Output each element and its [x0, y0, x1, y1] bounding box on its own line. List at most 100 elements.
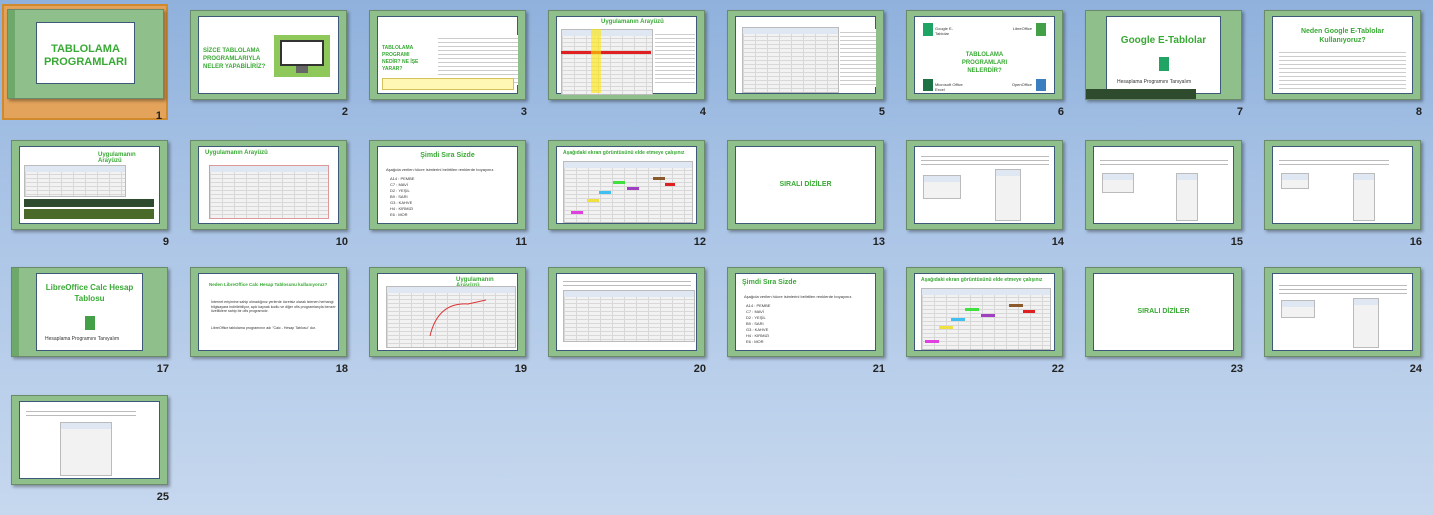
slide-thumbnail-25[interactable]: 25: [11, 395, 173, 507]
label-google: Google E-Tablolar: [935, 26, 954, 36]
slide-thumbnail-24[interactable]: 24: [1264, 267, 1426, 379]
slide-12-title: Aşağıdaki ekran görüntüsünü elde etmeye …: [563, 150, 685, 156]
slide-thumbnail-9[interactable]: Uygulamanın Arayüzü 9: [11, 140, 173, 252]
slide-number: 9: [162, 236, 169, 248]
slide-thumbnail-8[interactable]: Neden Google E-Tablolar Kullanıyoruz? 8: [1264, 10, 1426, 122]
slide-13-title: SIRALI DİZİLER: [779, 181, 832, 188]
slide-number: 18: [335, 363, 348, 375]
slide-thumbnail-2[interactable]: SİZCE TABLOLAMA PROGRAMLARIYLA NELER YAP…: [190, 10, 352, 122]
slide-thumbnail-6[interactable]: TABLOLAMA PROGRAMLARI NELERDİR? Google E…: [906, 10, 1068, 122]
slide-number: 13: [872, 236, 885, 248]
slide-thumbnail-12[interactable]: Aşağıdaki ekran görüntüsünü elde etmeye …: [548, 140, 710, 252]
slide-17-subtitle: Hesaplama Programını Tanıyalım: [45, 336, 120, 342]
slide-number: 12: [693, 236, 706, 248]
slide-thumbnail-4[interactable]: Uygulamanın Arayüzü 4: [548, 10, 710, 122]
slide-number: 21: [872, 363, 885, 375]
slide-18-bullet: LibreOffice tablolama programının adı "C…: [211, 326, 316, 330]
slide-sorter-view: { "slides": [ {"num":"1","title":"TABLOL…: [0, 0, 1433, 515]
slide-number: 8: [1415, 106, 1422, 118]
slide-thumbnail-3[interactable]: TABLOLAMA PROGRAMI NEDİR? NE İŞE YARAR? …: [369, 10, 531, 122]
slide-6-title: TABLOLAMA PROGRAMLARI NELERDİR?: [961, 52, 1008, 74]
slide-thumbnail-18[interactable]: Neden LibreOffice Calc Hesap Tablosunu k…: [190, 267, 352, 379]
slide-number: 6: [1057, 106, 1064, 118]
excel-icon: [923, 79, 933, 91]
openoffice-icon: [1036, 79, 1046, 91]
slide-thumbnail-15[interactable]: 15: [1085, 140, 1247, 252]
slide-11-item: G3 : KAHVE: [390, 200, 413, 205]
slide-thumbnail-21[interactable]: Şimdi Sıra Sizde Aşağıda verilen hücre i…: [727, 267, 889, 379]
slide-number: 15: [1230, 236, 1243, 248]
computer-illustration: [274, 35, 330, 77]
slide-11-item: B9 : SARI: [390, 194, 408, 199]
slide-number: 3: [520, 106, 527, 118]
slide-thumbnail-23[interactable]: SIRALI DİZİLER 23: [1085, 267, 1247, 379]
slide-10-title: Uygulamanın Arayüzü: [205, 150, 268, 156]
slide-7-title: Google E-Tablolar: [1120, 35, 1207, 46]
slide-21-item: E6 : MOR: [746, 339, 764, 344]
slide-17-title: LibreOffice Calc Hesap Tablosu: [45, 283, 134, 303]
slide-21-item: H4 : KIRMIZI: [746, 333, 770, 338]
slide-23-title: SIRALI DİZİLER: [1137, 308, 1190, 315]
slide-thumbnail-16[interactable]: 16: [1264, 140, 1426, 252]
slide-thumbnail-19[interactable]: Uygulamanın Arayüzü 19: [369, 267, 531, 379]
slide-11-item: E6 : MOR: [390, 212, 408, 217]
slide-21-item: G3 : KAHVE: [746, 327, 769, 332]
slide-22-title: Aşağıdaki ekran görüntüsünü elde etmeye …: [921, 277, 1043, 283]
slide-11-title: Şimdi Sıra Sizde: [420, 152, 475, 159]
slide-number: 1: [155, 110, 162, 122]
libreoffice-calc-icon: [85, 316, 95, 330]
google-sheets-icon: [1159, 57, 1169, 71]
slide-number: 22: [1051, 363, 1064, 375]
slide-11-item: H4 : KIRMIZI: [390, 206, 414, 211]
slide-thumbnail-1[interactable]: TABLOLAMA PROGRAMLARI 1: [2, 4, 168, 122]
slide-number: 5: [878, 106, 885, 118]
label-excel: Microsoft Office Excel: [935, 82, 963, 92]
slide-21-item: B9 : SARI: [746, 321, 764, 326]
slide-number: 23: [1230, 363, 1243, 375]
slide-number: 24: [1409, 363, 1422, 375]
slide-number: 17: [156, 363, 169, 375]
slide-thumbnail-22[interactable]: Aşağıdaki ekran görüntüsünü elde etmeye …: [906, 267, 1068, 379]
slide-18-title: Neden LibreOffice Calc Hesap Tablosunu k…: [209, 282, 328, 287]
slide-21-item: D2 : YEŞİL: [746, 315, 766, 320]
slide-21-item: A14 : PEMBE: [746, 303, 771, 308]
slide-8-title: Neden Google E-Tablolar Kullanıyoruz?: [1300, 28, 1385, 44]
label-openoffice: OpenOffice: [1011, 82, 1032, 87]
slide-21-title: Şimdi Sıra Sizde: [742, 279, 797, 286]
slide-number: 16: [1409, 236, 1422, 248]
google-sheets-icon: [923, 23, 933, 36]
slide-21-intro: Aşağıda verilen hücre isimlerini belirti…: [744, 294, 853, 299]
slide-number: 19: [514, 363, 527, 375]
libreoffice-icon: [1036, 23, 1046, 36]
slide-4-title: Uygulamanın Arayüzü: [601, 19, 664, 25]
slide-thumbnail-10[interactable]: Uygulamanın Arayüzü 10: [190, 140, 352, 252]
slide-21-item: C7 : MAVİ: [746, 309, 764, 314]
slide-11-item: A14 : PEMBE: [390, 176, 415, 181]
slide-number: 4: [699, 106, 706, 118]
slide-number: 14: [1051, 236, 1064, 248]
slide-number: 7: [1236, 106, 1243, 118]
slide-2-title: SİZCE TABLOLAMA PROGRAMLARIYLA NELER YAP…: [203, 48, 266, 70]
label-libreoffice: LibreOffice: [1012, 26, 1032, 31]
slide-1-title: TABLOLAMA PROGRAMLARI: [43, 43, 128, 68]
slide-thumbnail-14[interactable]: 14: [906, 140, 1068, 252]
slide-number: 11: [515, 236, 527, 248]
slide-11-intro: Aşağıda verilen hücre isimlerini belirti…: [386, 167, 495, 172]
slide-thumbnail-20[interactable]: 20: [548, 267, 710, 379]
slide-thumbnail-7[interactable]: Google E-Tablolar Hesaplama Programını T…: [1085, 10, 1247, 122]
slide-number: 2: [341, 106, 348, 118]
slide-thumbnail-17[interactable]: LibreOffice Calc Hesap Tablosu Hesaplama…: [11, 267, 173, 379]
slide-thumbnail-13[interactable]: SIRALI DİZİLER 13: [727, 140, 889, 252]
slide-11-item: C7 : MAVİ: [390, 182, 408, 187]
slide-number: 25: [156, 491, 169, 503]
slide-11-item: D2 : YEŞİL: [390, 188, 410, 193]
slide-number: 20: [693, 363, 706, 375]
slide-18-bullet: İnternet erişimine sahip olmadığınız yer…: [211, 300, 336, 314]
slide-9-title: Uygulamanın Arayüzü: [98, 152, 136, 164]
slide-thumbnail-5[interactable]: 5: [727, 10, 889, 122]
slide-7-subtitle: Hesaplama Programını Tanıyalım: [1117, 79, 1192, 85]
slide-3-title: TABLOLAMA PROGRAMI NEDİR? NE İŞE YARAR?: [382, 45, 419, 72]
arrows-illustration: [429, 299, 487, 337]
slide-thumbnail-11[interactable]: Şimdi Sıra Sizde Aşağıda verilen hücre i…: [369, 140, 531, 252]
slide-number: 10: [335, 236, 348, 248]
